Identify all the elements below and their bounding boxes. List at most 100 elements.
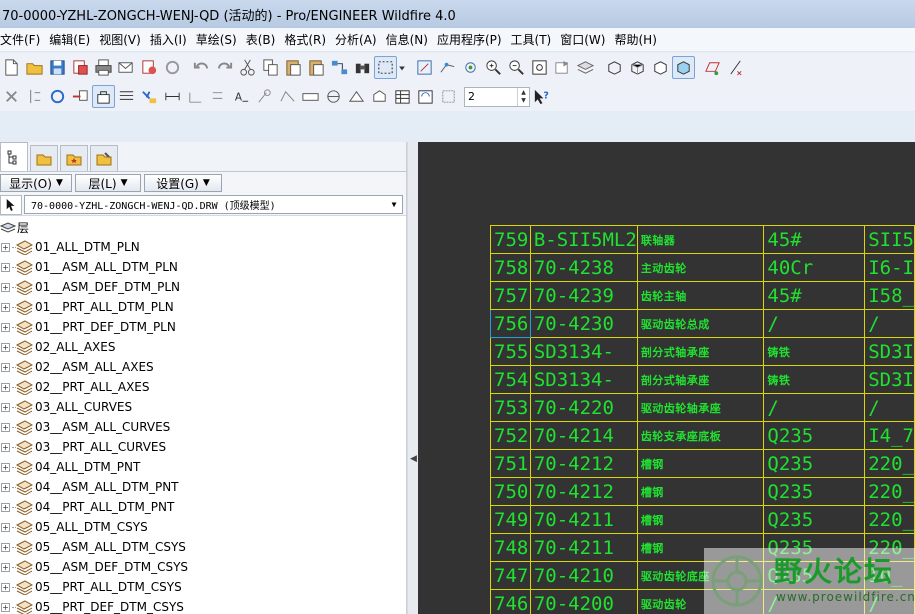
bom-spec-cell[interactable]: / bbox=[864, 309, 915, 338]
show-dropdown[interactable]: 显示(O) ▼ bbox=[0, 174, 72, 192]
tab-favorites[interactable] bbox=[60, 145, 88, 171]
table-row[interactable]: 753 70-4220 驱动齿轮轴承座 / / bbox=[490, 393, 915, 422]
ordinate-icon[interactable] bbox=[184, 85, 207, 108]
bom-code-cell[interactable]: 70-4211 bbox=[529, 505, 638, 534]
bom-material-cell[interactable]: 铸铁 bbox=[763, 365, 866, 394]
bom-code-cell[interactable]: 70-4214 bbox=[529, 421, 638, 450]
datum-display-icon[interactable] bbox=[436, 56, 459, 79]
layers-icon[interactable] bbox=[574, 56, 597, 79]
menu-analysis[interactable]: 分析(A) bbox=[335, 31, 383, 48]
bom-spec-cell[interactable]: I6-I bbox=[864, 253, 915, 282]
balloon-icon[interactable] bbox=[253, 85, 276, 108]
bom-spec-cell[interactable]: SD3I bbox=[864, 337, 915, 366]
symbol-custom-icon[interactable] bbox=[368, 85, 391, 108]
find-icon[interactable] bbox=[351, 56, 374, 79]
bom-name-cell[interactable]: 驱动齿轮轴承座 bbox=[636, 393, 765, 422]
bom-spec-cell[interactable]: I4_7 bbox=[864, 421, 915, 450]
zoom-in-icon[interactable] bbox=[482, 56, 505, 79]
layer-item[interactable]: +05_ALL_DTM_CSYS bbox=[0, 517, 406, 537]
sheet-number-spinner[interactable]: 2 ▲ ▼ bbox=[464, 86, 530, 107]
expand-icon[interactable]: + bbox=[1, 462, 10, 472]
layer-item[interactable]: +05__ASM_ALL_DTM_CSYS bbox=[0, 537, 406, 557]
table-row[interactable]: 750 70-4212 槽钢 Q235 220_ bbox=[490, 477, 915, 506]
bom-index-cell[interactable]: 746 bbox=[490, 589, 531, 614]
active-model-select[interactable]: 70-0000-YZHL-ZONGCH-WENJ-QD.DRW (顶级模型) ▼ bbox=[24, 195, 403, 214]
graphics-window[interactable]: 759 B-SII5ML2 联轴器 45# SII5 758 70-4238 主动齿轮 40Cr… bbox=[418, 142, 915, 614]
send-icon[interactable] bbox=[138, 56, 161, 79]
regenerate-icon[interactable] bbox=[161, 56, 184, 79]
bom-name-cell[interactable]: 剖分式轴承座 bbox=[636, 365, 765, 394]
datum-axes-icon[interactable] bbox=[724, 56, 747, 79]
expand-icon[interactable]: + bbox=[1, 482, 10, 492]
bom-name-cell[interactable]: 联轴器 bbox=[636, 225, 765, 254]
layer-dropdown[interactable]: 层(L) ▼ bbox=[75, 174, 141, 192]
menu-sketch[interactable]: 草绘(S) bbox=[196, 31, 243, 48]
expand-icon[interactable]: + bbox=[1, 442, 10, 452]
menu-info[interactable]: 信息(N) bbox=[386, 31, 434, 48]
table-row[interactable]: 754 SD3134- 剖分式轴承座 铸铁 SD3I bbox=[490, 365, 915, 394]
menu-file[interactable]: 文件(F) bbox=[0, 31, 46, 48]
bom-spec-cell[interactable]: I58_ bbox=[864, 281, 915, 310]
layer-item[interactable]: +01__ASM_DEF_DTM_PLN bbox=[0, 277, 406, 297]
bom-name-cell[interactable]: 槽钢 bbox=[636, 449, 765, 478]
select-pointer-icon[interactable] bbox=[0, 194, 22, 215]
expand-icon[interactable]: + bbox=[1, 402, 10, 412]
expand-icon[interactable]: + bbox=[1, 602, 10, 612]
collapse-arrow-icon[interactable]: ◀ bbox=[410, 454, 417, 464]
bom-code-cell[interactable]: 70-4212 bbox=[529, 449, 638, 478]
bom-index-cell[interactable]: 759 bbox=[490, 225, 531, 254]
bom-code-cell[interactable]: 70-4230 bbox=[529, 309, 638, 338]
geometric-tolerance-icon[interactable] bbox=[299, 85, 322, 108]
bom-spec-cell[interactable]: SD3I bbox=[864, 365, 915, 394]
table-row[interactable]: 752 70-4214 齿轮支承座底板 Q235 I4_7 bbox=[490, 421, 915, 450]
table-cells-icon[interactable] bbox=[437, 85, 460, 108]
layer-item[interactable]: +02_ALL_AXES bbox=[0, 337, 406, 357]
menu-table[interactable]: 表(B) bbox=[246, 31, 282, 48]
print-icon[interactable] bbox=[92, 56, 115, 79]
undo-icon[interactable] bbox=[190, 56, 213, 79]
paste-special-icon[interactable] bbox=[305, 56, 328, 79]
no-hidden-icon[interactable] bbox=[649, 56, 672, 79]
dimension-icon[interactable] bbox=[161, 85, 184, 108]
bom-material-cell[interactable]: / bbox=[763, 309, 866, 338]
bom-code-cell[interactable]: 70-4212 bbox=[529, 477, 638, 506]
bom-code-cell[interactable]: 70-4239 bbox=[529, 281, 638, 310]
layer-item[interactable]: +01__PRT_ALL_DTM_PLN bbox=[0, 297, 406, 317]
spin-center-icon[interactable] bbox=[459, 56, 482, 79]
expand-icon[interactable]: + bbox=[1, 242, 10, 252]
expand-icon[interactable]: + bbox=[1, 282, 10, 292]
surface-finish-icon[interactable] bbox=[276, 85, 299, 108]
bom-index-cell[interactable]: 749 bbox=[490, 505, 531, 534]
note-icon[interactable]: A bbox=[230, 85, 253, 108]
bom-code-cell[interactable]: SD3134- bbox=[529, 337, 638, 366]
bom-code-cell[interactable]: 70-4238 bbox=[529, 253, 638, 282]
spinner-arrows[interactable]: ▲ ▼ bbox=[517, 87, 529, 106]
layer-item[interactable]: +05__PRT_DEF_DTM_CSYS bbox=[0, 597, 406, 614]
menu-format[interactable]: 格式(R) bbox=[284, 31, 332, 48]
fit-window-icon[interactable] bbox=[528, 56, 551, 79]
bom-code-cell[interactable]: 70-4200 bbox=[529, 589, 638, 614]
layer-item[interactable]: +04_ALL_DTM_PNT bbox=[0, 457, 406, 477]
layer-item[interactable]: +02__ASM_ALL_AXES bbox=[0, 357, 406, 377]
expand-icon[interactable]: + bbox=[1, 422, 10, 432]
bom-index-cell[interactable]: 754 bbox=[490, 365, 531, 394]
bom-spec-cell[interactable]: 220_ bbox=[864, 505, 915, 534]
menu-applications[interactable]: 应用程序(P) bbox=[437, 31, 508, 48]
bom-index-cell[interactable]: 755 bbox=[490, 337, 531, 366]
expand-icon[interactable]: + bbox=[1, 522, 10, 532]
bom-spec-cell[interactable]: 220_ bbox=[864, 449, 915, 478]
menu-view[interactable]: 视图(V) bbox=[99, 31, 147, 48]
tab-model-tree[interactable] bbox=[0, 142, 28, 171]
bom-material-cell[interactable]: Q235 bbox=[763, 449, 866, 478]
bom-spec-cell[interactable]: 220_ bbox=[864, 477, 915, 506]
bom-code-cell[interactable]: 70-4220 bbox=[529, 393, 638, 422]
bom-name-cell[interactable]: 齿轮主轴 bbox=[636, 281, 765, 310]
table-row[interactable]: 757 70-4239 齿轮主轴 45# I58_ bbox=[490, 281, 915, 310]
lock-view-icon[interactable] bbox=[92, 85, 115, 108]
refit-icon[interactable] bbox=[413, 56, 436, 79]
bom-code-cell[interactable]: 70-4210 bbox=[529, 561, 638, 590]
insert-dim-icon[interactable] bbox=[23, 85, 46, 108]
expand-icon[interactable]: + bbox=[1, 322, 10, 332]
bom-material-cell[interactable]: 铸铁 bbox=[763, 337, 866, 366]
bom-material-cell[interactable]: 45# bbox=[763, 281, 866, 310]
